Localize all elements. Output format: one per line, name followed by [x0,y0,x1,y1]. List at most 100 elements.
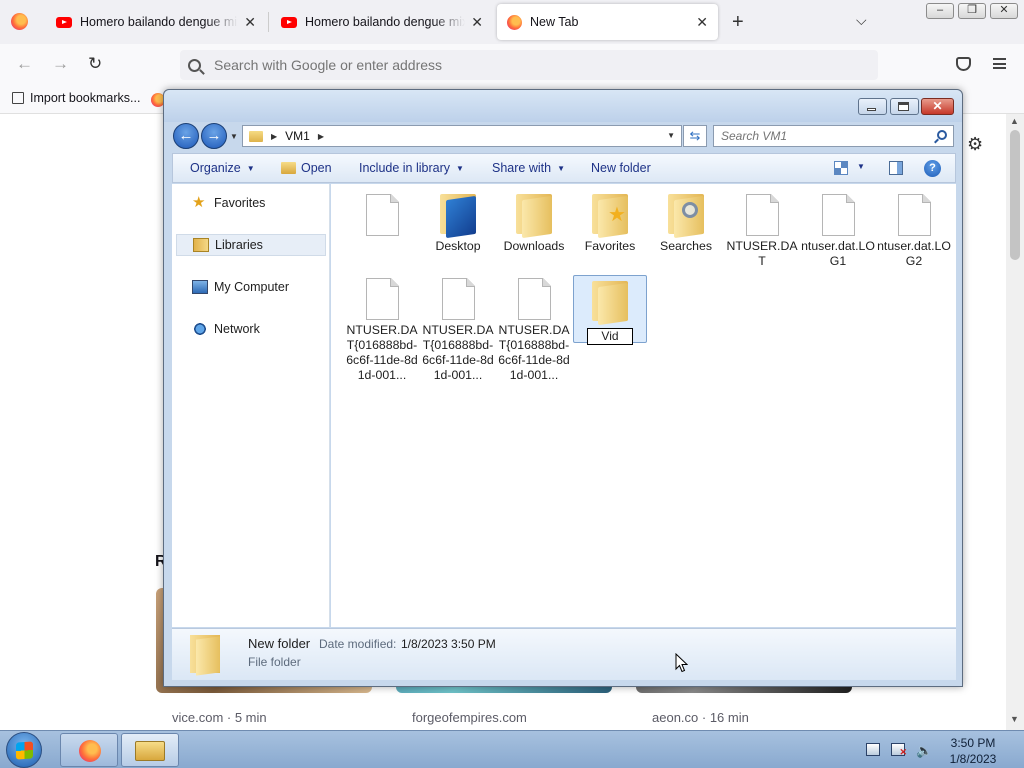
caret-down-icon: ▼ [557,163,565,173]
tab-youtube-1[interactable]: Homero bailando dengue mix - ✕ [46,4,266,40]
share-with-button[interactable]: Share with ▼ [492,161,565,175]
searches-folder-icon [666,192,706,239]
explorer-icon [135,741,165,761]
file-item[interactable]: Downloads [497,192,571,254]
details-modified-value: 1/8/2023 3:50 PM [401,637,496,651]
import-bookmarks-item[interactable]: Import bookmarks... [12,91,140,105]
folder-icon [249,130,263,142]
network-status-icon[interactable]: ✕ [891,743,907,757]
document-icon [365,194,399,236]
command-bar: Organize ▼ Open Include in library ▼ Share… [172,153,956,183]
include-label: Include in library [359,161,451,175]
file-label: NTUSER.DAT [726,239,798,268]
minimize-button[interactable] [858,98,887,115]
nav-item-my-computer[interactable]: My Computer [176,276,326,298]
file-item[interactable]: NTUSER.DAT [725,194,799,269]
new-folder-button[interactable]: New folder [591,161,651,175]
scrollbar-thumb[interactable] [1010,130,1020,260]
nav-item-favorites[interactable]: ★ Favorites [176,192,326,214]
refresh-button[interactable]: ⇆ [683,125,707,147]
address-input[interactable] [214,57,814,73]
taskbar-firefox-button[interactable] [60,733,118,767]
tab-youtube-2[interactable]: Homero bailando dengue mix - ✕ [271,4,493,40]
nav-item-libraries[interactable]: Libraries [176,234,326,256]
chevron-right-icon[interactable]: ▶ [318,132,324,141]
new-folder-item[interactable]: Vid [573,275,647,345]
menu-hamburger-icon[interactable] [993,58,1006,69]
story-card-source[interactable]: aeon.co · 16 min [652,710,749,725]
open-button[interactable]: Open [281,161,332,175]
volume-icon[interactable]: 🔈 [916,743,932,758]
file-item[interactable]: Desktop [421,192,495,254]
forward-arrow-icon[interactable]: → [52,54,69,74]
back-button[interactable]: ← [173,123,199,149]
browser-tab-strip: Homero bailando dengue mix - ✕ Homero ba… [0,0,1024,44]
rename-field[interactable]: Vid [587,328,633,345]
file-item[interactable]: NTUSER.DAT{016888bd-6c6f-11de-8d1d-001..… [497,278,571,383]
breadcrumb-item[interactable]: VM1 [285,129,310,143]
breadcrumb[interactable]: ▶ VM1 ▶ ▼ [242,125,682,147]
network-icon [192,322,208,336]
details-type: File folder [248,655,301,669]
close-tab-icon[interactable]: ✕ [696,14,708,31]
nav-label: Libraries [215,238,263,252]
scroll-up-icon[interactable]: ▲ [1010,116,1019,126]
help-icon[interactable]: ? [924,160,941,177]
import-icon [12,92,24,104]
view-options-dropdown-icon[interactable]: ▼ [857,162,865,171]
library-icon [193,238,209,252]
start-button[interactable] [6,732,42,768]
new-tab-button[interactable]: + [732,11,744,34]
caret-down-icon: ▼ [456,163,464,173]
taskbar-explorer-button[interactable] [121,733,179,767]
folder-icon [190,635,222,676]
close-tab-icon[interactable]: ✕ [471,14,483,31]
minimize-button[interactable]: – [926,3,954,19]
recent-pages-dropdown-icon[interactable]: ▼ [230,132,238,141]
close-tab-icon[interactable]: ✕ [244,14,256,31]
system-clock[interactable]: 3:50 PM 1/8/2023 [944,735,1002,767]
document-icon [821,194,855,236]
change-view-icon[interactable] [834,161,848,175]
file-item[interactable]: ntuser.dat.LOG2 [877,194,951,269]
firefox-icon [507,14,522,30]
back-arrow-icon[interactable]: ← [16,54,33,74]
mouse-cursor-icon [675,653,688,673]
story-card-source[interactable]: vice.com · 5 min [172,710,267,725]
scroll-down-icon[interactable]: ▼ [1010,714,1019,724]
file-item[interactable]: ★ Favorites [573,192,647,254]
preview-pane-icon[interactable] [889,161,903,175]
gear-icon[interactable]: ⚙ [967,134,983,155]
tab-new-tab[interactable]: New Tab ✕ [497,4,718,40]
pocket-icon[interactable] [956,57,971,71]
list-all-tabs-chevron-icon[interactable]: ⌵ [856,12,867,29]
maximize-button[interactable]: ❐ [958,3,986,19]
chevron-right-icon[interactable]: ▶ [271,132,277,141]
tab-separator [268,12,269,32]
page-scrollbar[interactable]: ▲ ▼ [1006,114,1024,730]
file-item[interactable]: Searches [649,192,723,254]
nav-item-network[interactable]: Network [176,318,326,340]
reload-icon[interactable]: ↻ [88,54,102,74]
file-label: ntuser.dat.LOG1 [801,239,875,268]
tab-title: Homero bailando dengue mix - [305,15,466,29]
story-card-source[interactable]: forgeofempires.com [412,710,527,725]
address-history-dropdown-icon[interactable]: ▼ [667,131,675,140]
file-item[interactable] [345,194,419,239]
forward-button[interactable]: → [201,123,227,149]
action-center-icon[interactable] [866,743,880,756]
close-button[interactable]: ✕ [921,98,954,115]
file-item[interactable]: NTUSER.DAT{016888bd-6c6f-11de-8d1d-001..… [345,278,419,383]
include-in-library-button[interactable]: Include in library ▼ [359,161,464,175]
file-item[interactable]: NTUSER.DAT{016888bd-6c6f-11de-8d1d-001..… [421,278,495,383]
search-input[interactable] [721,129,921,143]
window-title-bar[interactable]: ✕ [164,90,962,122]
organize-button[interactable]: Organize ▼ [190,161,255,175]
maximize-button[interactable] [890,98,919,115]
file-list: Desktop Downloads ★ Favorites Searches N… [331,184,956,627]
close-window-button[interactable]: ✕ [990,3,1018,19]
address-bar[interactable] [180,50,878,80]
firefox-view-icon[interactable] [11,13,28,30]
search-box[interactable] [713,125,954,147]
file-item[interactable]: ntuser.dat.LOG1 [801,194,875,269]
